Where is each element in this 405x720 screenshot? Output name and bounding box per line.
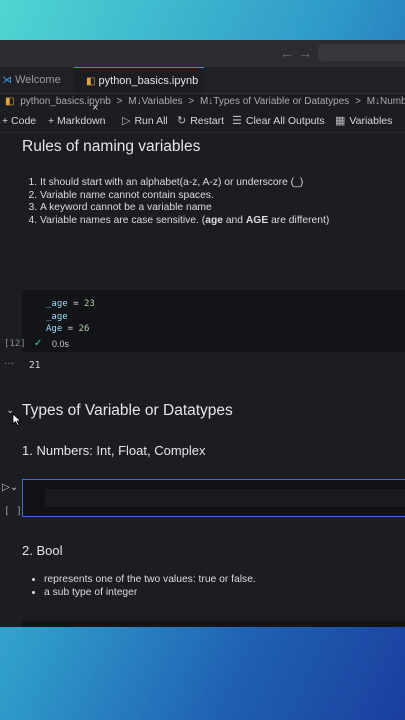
- run-all-label: Run All: [134, 115, 168, 127]
- code-token: 23: [83, 299, 95, 309]
- code-token: 26: [78, 324, 90, 335]
- rule4-text: Variable names are case sensitive. (: [40, 214, 206, 226]
- active-code-cell[interactable]: [22, 479, 405, 517]
- rules-heading: Rules of naming variables: [22, 138, 201, 155]
- cell-output: 21: [29, 360, 41, 371]
- code-token: _age: [46, 299, 68, 309]
- list-item: represents one of the two values: true o…: [44, 574, 256, 587]
- breadcrumb-separator: >: [116, 96, 123, 107]
- code-cell[interactable]: _age = 23 _age Age = 26: [22, 290, 405, 352]
- add-code-button[interactable]: + Code: [2, 110, 36, 132]
- clear-label: Clear All Outputs: [245, 115, 325, 127]
- bool-heading: 2. Bool: [22, 543, 63, 558]
- notebook-toolbar: + Code + Markdown ▷ Run All ↻ Restart ☰ Cle…: [0, 110, 405, 133]
- breadcrumb-separator: >: [188, 96, 195, 107]
- rule4-bold: age: [205, 214, 223, 226]
- editor-window: ← → ⋊ Welcome ◧ python_basics.ipynb × ◧ …: [0, 40, 405, 627]
- rules-list: It should start with an alphabet(a-z, A-…: [22, 177, 329, 227]
- title-bar: ← →: [0, 40, 405, 67]
- tab-python-basics[interactable]: ◧ python_basics.ipynb ×: [74, 67, 204, 114]
- rule4-text: are different): [268, 214, 330, 226]
- forward-arrow-icon[interactable]: →: [298, 45, 312, 61]
- vscode-icon: ⋊: [2, 75, 12, 86]
- code-token: =: [62, 324, 79, 335]
- breadcrumb-separator: >: [355, 96, 361, 107]
- list-item: A keyword cannot be a variable name: [40, 202, 329, 215]
- code-editor[interactable]: _age = 23 _age Age = 26: [46, 298, 95, 336]
- breadcrumb-item[interactable]: M↓Variables: [128, 96, 182, 107]
- tab-bar: ⋊ Welcome ◧ python_basics.ipynb ×: [0, 67, 405, 114]
- breadcrumb-file[interactable]: python_basics.ipynb: [20, 96, 111, 107]
- run-cell-icon[interactable]: ▷⌄: [2, 482, 18, 493]
- execution-count: [12]: [4, 339, 26, 349]
- add-markdown-button[interactable]: + Markdown: [48, 110, 105, 132]
- breadcrumb: ◧ python_basics.ipynb > M↓Variables > M↓…: [0, 93, 405, 110]
- clear-outputs-button[interactable]: ☰ Clear All Outputs: [232, 110, 325, 132]
- restart-icon: ↻: [177, 115, 187, 127]
- rule4-text: and: [222, 214, 246, 226]
- list-item: It should start with an alphabet(a-z, A-…: [40, 177, 329, 190]
- breadcrumb-item[interactable]: M↓Types of Variable or Datatypes: [200, 96, 349, 107]
- code-cell[interactable]: [22, 621, 405, 627]
- output-menu-icon[interactable]: ···: [4, 358, 14, 369]
- numbers-heading: 1. Numbers: Int, Float, Complex: [22, 443, 206, 458]
- types-heading: Types of Variable or Datatypes: [22, 402, 233, 419]
- notebook-icon: ◧: [86, 76, 96, 87]
- execution-count: [ ]: [4, 506, 23, 517]
- restart-label: Restart: [190, 115, 225, 127]
- tab-label: python_basics.ipynb: [98, 75, 199, 87]
- table-icon: ▦: [335, 115, 346, 127]
- list-item: Variable name cannot contain spaces.: [40, 190, 329, 203]
- success-check-icon: ✓: [34, 338, 43, 349]
- code-token: =: [67, 299, 84, 309]
- command-center-search[interactable]: [318, 44, 405, 61]
- bool-list: represents one of the two values: true o…: [28, 574, 256, 599]
- list-item: a sub type of integer: [44, 587, 256, 600]
- notebook-icon: ◧: [5, 96, 15, 107]
- back-arrow-icon[interactable]: ←: [280, 45, 294, 61]
- variables-button[interactable]: ▦ Variables: [335, 110, 392, 132]
- restart-button[interactable]: ↻ Restart: [177, 110, 224, 132]
- breadcrumb-item[interactable]: M↓Numbers: Int, F: [367, 96, 405, 107]
- run-all-button[interactable]: ▷ Run All: [122, 110, 168, 132]
- mouse-cursor-icon: [12, 413, 22, 427]
- execution-time: 0.0s: [52, 339, 70, 349]
- list-item: Variable names are case sensitive. (age …: [40, 215, 329, 228]
- variables-label: Variables: [349, 115, 393, 127]
- notebook-content: Rules of naming variables It should star…: [0, 133, 405, 627]
- tab-label: Welcome: [15, 74, 61, 86]
- tab-welcome[interactable]: ⋊ Welcome: [0, 67, 74, 93]
- code-editor[interactable]: [45, 489, 405, 507]
- clear-icon: ☰: [232, 115, 242, 127]
- rule4-bold: AGE: [245, 214, 269, 226]
- code-token: _age: [46, 311, 68, 322]
- code-token: Age: [46, 324, 63, 335]
- play-icon: ▷: [122, 115, 131, 127]
